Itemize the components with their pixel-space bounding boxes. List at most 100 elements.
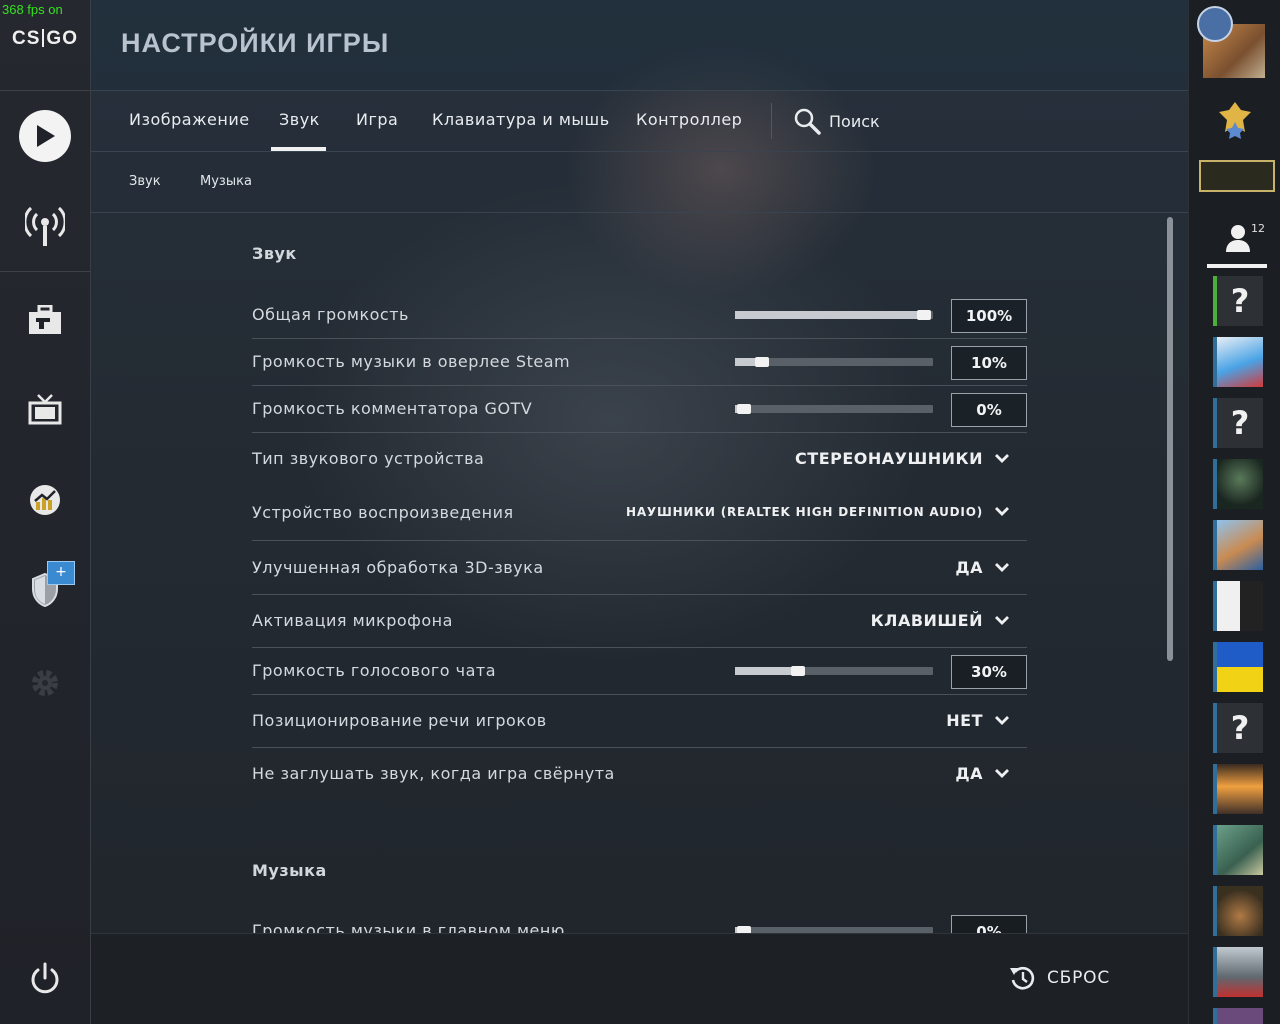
service-medal-icon — [1197, 6, 1233, 42]
subtab-sound[interactable]: Звук — [129, 152, 161, 212]
tab-game[interactable]: Игра — [356, 91, 398, 151]
friend-avatar[interactable] — [1213, 825, 1263, 875]
friend-avatar[interactable] — [1213, 337, 1263, 387]
menu-music-volume-input[interactable]: 0% — [951, 915, 1027, 933]
settings-panel: НАСТРОЙКИ ИГРЫ Изображение Звук Игра Кла… — [91, 0, 1188, 1024]
master-volume-slider[interactable] — [735, 310, 933, 320]
setting-label: Тип звукового устройства — [252, 449, 485, 468]
friend-avatar[interactable]: ? — [1213, 276, 1263, 326]
briefcase-icon — [29, 305, 61, 334]
dropdown-value: ДА — [955, 558, 983, 577]
settings-footer: СБРОС — [91, 933, 1188, 1024]
dropdown-value: ДА — [955, 764, 983, 783]
gear-icon — [32, 670, 58, 696]
unknown-avatar-icon: ? — [1217, 703, 1263, 753]
voice-positioning-dropdown[interactable]: НЕТ — [946, 711, 1009, 730]
setting-label: Активация микрофона — [252, 611, 453, 630]
new-badge-plus-icon: + — [47, 561, 75, 585]
tab-controller[interactable]: Контроллер — [636, 91, 742, 151]
main-nav-sidebar: 368 fps on CS GO + — [0, 0, 91, 1024]
voice-volume-slider[interactable] — [735, 666, 933, 676]
setting-label: Громкость музыки в главном меню — [252, 921, 565, 933]
section-title-sound: Звук — [252, 244, 297, 263]
watch-button[interactable] — [17, 382, 73, 438]
scrollbar-thumb[interactable] — [1167, 217, 1173, 661]
csgo-logo: CS GO — [0, 28, 90, 50]
slider-handle[interactable] — [737, 926, 751, 933]
playback-device-dropdown[interactable]: НАУШНИКИ (REALTEK HIGH DEFINITION AUDIO) — [626, 505, 1009, 519]
broadcast-icon — [25, 206, 65, 246]
quit-button[interactable] — [17, 950, 73, 1006]
setting-row-playback-device: Устройство воспроизведения НАУШНИКИ (REA… — [252, 497, 1027, 541]
power-icon — [31, 962, 59, 994]
play-icon — [37, 125, 55, 147]
friend-avatar[interactable] — [1213, 764, 1263, 814]
voice-volume-input[interactable]: 30% — [951, 655, 1027, 689]
friend-avatar[interactable]: ? — [1213, 398, 1263, 448]
friend-avatar[interactable] — [1213, 947, 1263, 997]
friends-tab[interactable]: 12 — [1207, 222, 1267, 268]
sidebar-divider — [0, 271, 90, 272]
stats-button[interactable] — [17, 472, 73, 528]
tv-icon — [28, 394, 62, 425]
friends-sidebar: 12 ? ? ? — [1188, 0, 1280, 1024]
dropdown-value: НАУШНИКИ (REALTEK HIGH DEFINITION AUDIO) — [625, 505, 983, 519]
fps-counter: 368 fps on — [2, 2, 63, 17]
device-type-dropdown[interactable]: СТЕРЕОНАУШНИКИ — [795, 449, 1009, 468]
gotv-volume-slider[interactable] — [735, 404, 933, 414]
stats-chart-icon — [30, 485, 60, 515]
friend-avatar[interactable] — [1213, 520, 1263, 570]
friend-avatar[interactable]: ? — [1213, 703, 1263, 753]
master-volume-input[interactable]: 100% — [951, 299, 1027, 333]
slider-handle[interactable] — [917, 310, 931, 320]
friend-avatar[interactable] — [1213, 642, 1263, 692]
setting-row-voice-volume: Громкость голосового чата 30% — [252, 655, 1027, 695]
chevron-down-icon — [995, 507, 1009, 516]
gotv-volume-input[interactable]: 0% — [951, 393, 1027, 427]
steam-music-volume-input[interactable]: 10% — [951, 346, 1027, 380]
enhanced-3d-dropdown[interactable]: ДА — [955, 558, 1009, 577]
reset-history-icon — [1010, 966, 1035, 990]
slider-handle[interactable] — [755, 357, 769, 367]
reset-label: СБРОС — [1047, 968, 1111, 988]
search-button[interactable]: Поиск — [793, 91, 880, 151]
setting-label: Устройство воспроизведения — [252, 503, 514, 522]
friend-avatar[interactable] — [1213, 581, 1263, 631]
tab-video[interactable]: Изображение — [129, 91, 250, 151]
setting-label: Громкость голосового чата — [252, 661, 497, 680]
friends-person-icon — [1226, 225, 1250, 252]
dropdown-value: НЕТ — [946, 711, 983, 730]
settings-button[interactable] — [17, 655, 73, 711]
mic-activation-dropdown[interactable]: КЛАВИШЕЙ — [871, 611, 1009, 630]
play-when-minimized-dropdown[interactable]: ДА — [955, 764, 1009, 783]
friend-avatar[interactable] — [1213, 459, 1263, 509]
inventory-button[interactable] — [17, 292, 73, 348]
chevron-down-icon — [995, 715, 1009, 725]
chevron-down-icon — [995, 453, 1009, 463]
chevron-down-icon — [995, 768, 1009, 778]
slider-handle[interactable] — [791, 666, 805, 676]
search-label: Поиск — [829, 111, 880, 131]
tab-keyboard-mouse[interactable]: Клавиатура и мышь — [432, 91, 610, 151]
setting-row-mic-activation: Активация микрофона КЛАВИШЕЙ — [252, 605, 1027, 649]
friend-avatar[interactable] — [1213, 886, 1263, 936]
setting-label: Громкость комментатора GOTV — [252, 399, 533, 418]
subtab-music[interactable]: Музыка — [200, 152, 252, 212]
tab-separator — [771, 103, 772, 139]
setting-row-voice-positioning: Позиционирование речи игроков НЕТ — [252, 705, 1027, 749]
tab-audio[interactable]: Звук — [271, 91, 326, 151]
slider-handle[interactable] — [737, 404, 751, 414]
steam-music-volume-slider[interactable] — [735, 357, 933, 367]
setting-label: Общая громкость — [252, 305, 409, 324]
section-title-music: Музыка — [252, 861, 327, 880]
title-bar: НАСТРОЙКИ ИГРЫ — [91, 0, 1188, 91]
friend-avatar[interactable] — [1213, 1008, 1263, 1024]
watch-broadcast-button[interactable] — [17, 198, 73, 254]
play-button[interactable] — [17, 108, 73, 164]
reset-button[interactable]: СБРОС — [1009, 964, 1110, 992]
section-subtabs: Звук Музыка — [91, 152, 1188, 213]
setting-label: Не заглушать звук, когда игра свёрнута — [252, 764, 615, 783]
settings-tabs: Изображение Звук Игра Клавиатура и мышь … — [91, 91, 1188, 152]
search-icon — [794, 108, 821, 135]
rank-eagle-icon — [1217, 100, 1253, 140]
